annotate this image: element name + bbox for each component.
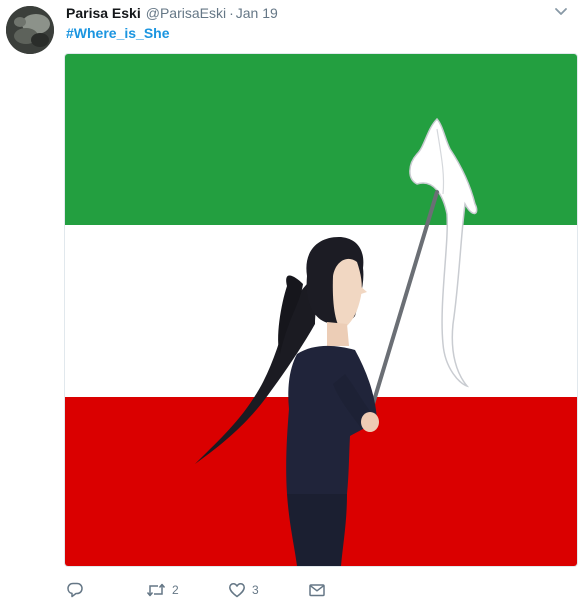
flag-green-stripe [65, 54, 577, 225]
separator-dot: · [229, 5, 234, 21]
tweet-header: Parisa Eski @ParisaEski · Jan 19 [66, 5, 278, 23]
like-button[interactable]: 3 [228, 580, 259, 600]
retweet-icon [146, 581, 166, 599]
envelope-icon [308, 581, 326, 599]
hashtag-link[interactable]: #Where_is_She [66, 25, 170, 41]
author-name[interactable]: Parisa Eski [66, 5, 141, 21]
tweet[interactable]: Parisa Eski @ParisaEski · Jan 19 #Where_… [0, 0, 586, 608]
tweet-actions: 2 3 [66, 580, 426, 600]
like-count: 3 [252, 583, 259, 597]
author-handle[interactable]: @ParisaEski [146, 5, 226, 21]
retweet-count: 2 [172, 583, 179, 597]
flag-illustration [65, 54, 577, 566]
tweet-date[interactable]: Jan 19 [236, 5, 278, 21]
chevron-down-icon[interactable] [554, 6, 568, 18]
avatar[interactable] [6, 6, 54, 54]
direct-message-button[interactable] [308, 580, 326, 600]
reply-icon [66, 581, 84, 599]
retweet-button[interactable]: 2 [146, 580, 179, 600]
reply-button[interactable] [66, 580, 84, 600]
tweet-media-image[interactable] [64, 53, 578, 567]
heart-icon [228, 581, 246, 599]
